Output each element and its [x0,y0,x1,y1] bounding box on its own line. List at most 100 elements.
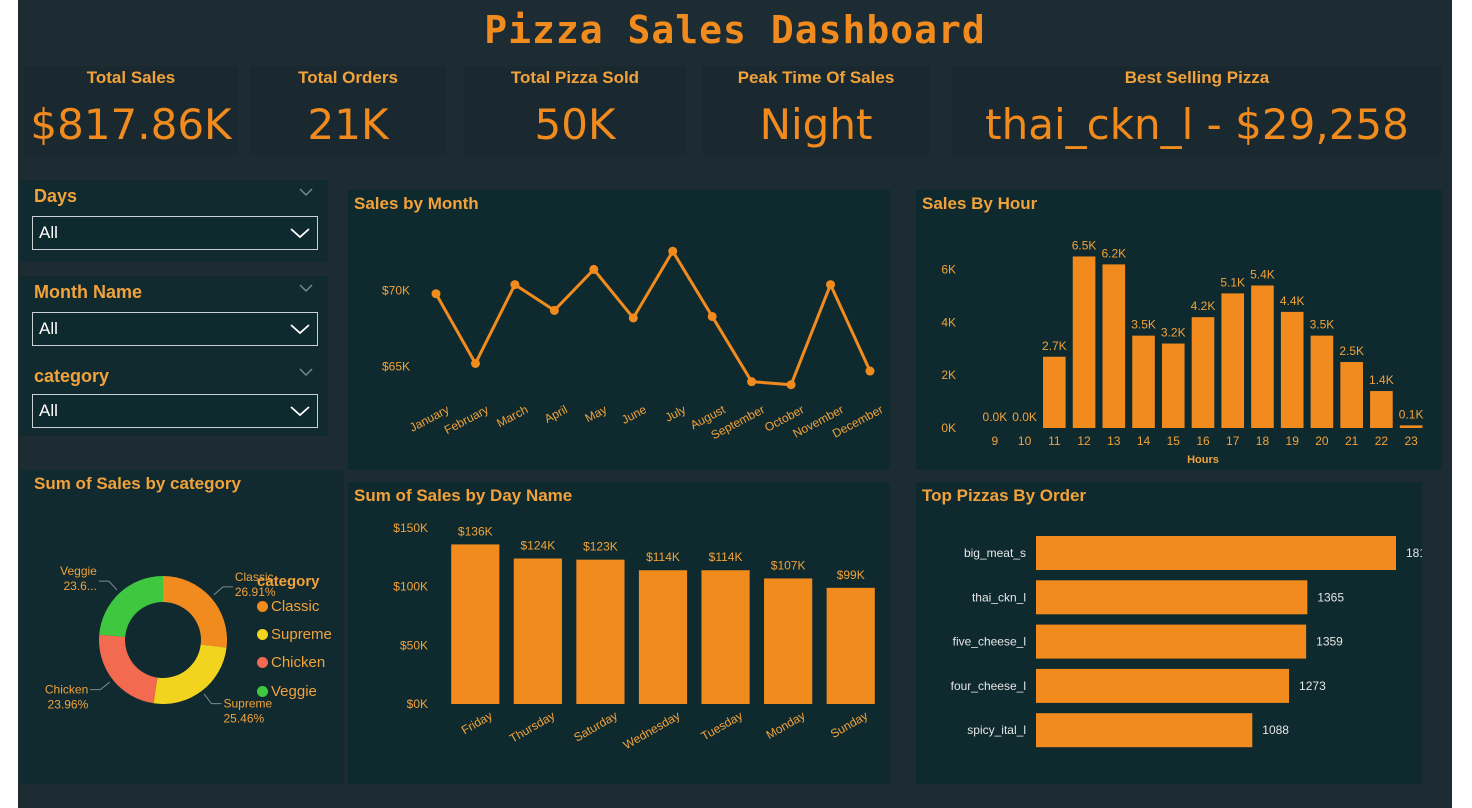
donut-slice [99,576,163,637]
slicer-days[interactable]: Days All [20,180,328,262]
chevron-down-icon[interactable] [289,320,311,338]
data-label: 3.2K [1161,326,1186,340]
bar [701,570,750,704]
data-point [549,305,559,315]
kpi-value: 50K [534,100,616,149]
data-label: $107K [771,558,806,572]
y-tick-label: 2K [941,368,956,382]
x-tick-label: May [583,402,610,425]
leader-line [90,681,110,691]
slicer-title-month: Month Name [34,282,142,302]
sales-by-day-chart: $0K $50K $100K $150K $136K Friday $124K Thursda… [393,521,875,752]
category-dropdown[interactable]: All [32,394,318,428]
legend-item-supreme[interactable]: Supreme [257,626,332,643]
x-tick-label: 21 [1345,434,1359,448]
data-point [431,289,441,299]
legend-item-classic[interactable]: Classic [257,598,319,615]
panel-sales-by-day: Sum of Sales by Day Name $0K $50K $100K $15… [348,482,890,784]
data-label: 2.5K [1339,344,1364,358]
bar [1251,285,1274,428]
bar [513,558,562,704]
y-tick-label: $150K [393,521,428,535]
y-tick-label: five_cheese_l [953,635,1026,649]
data-label: 6.2K [1101,246,1126,260]
month-dropdown[interactable]: All [32,312,318,346]
y-tick-label: $65K [382,360,410,374]
data-label: 4.2K [1191,299,1216,313]
data-point [510,280,520,290]
y-tick-label: $100K [393,580,428,594]
data-point [589,264,599,274]
data-label: $114K [709,550,743,564]
data-label: 1359 [1316,635,1343,649]
bar [451,544,500,704]
x-tick-label: 23 [1404,434,1418,448]
data-label: 3.5K [1310,318,1335,332]
kpi-value: 21K [307,100,389,149]
x-axis-label: Hours [1187,454,1219,466]
x-tick-label: 9 [992,434,999,448]
data-label: 4.4K [1280,294,1305,308]
bar [1072,256,1096,428]
y-tick-label: 4K [941,315,956,329]
x-tick-label: 22 [1375,434,1389,448]
data-label: 5.4K [1250,268,1275,282]
legend-dot [257,686,268,697]
chevron-down-icon[interactable] [289,402,311,420]
legend-dot [257,629,268,640]
kpi-value: thai_ckn_l - $29,258 [985,100,1409,149]
legend-label: Veggie [271,683,317,700]
bar [1036,713,1253,748]
chevron-down-icon[interactable] [298,280,314,296]
kpi-peak-time: Peak Time Of Sales Night [702,66,930,156]
legend-title: category [257,573,320,590]
kpi-best-selling-pizza: Best Selling Pizza thai_ckn_l - $29,258 [952,66,1442,156]
y-tick-label: 0K [941,421,956,435]
y-tick-label: four_cheese_l [951,679,1026,693]
data-point [865,366,875,376]
x-tick-label: 12 [1077,434,1091,448]
bar [1161,343,1185,428]
y-tick-label: 6K [941,263,956,277]
bar [576,559,625,704]
bar [1036,668,1290,703]
chevron-down-icon[interactable] [289,224,311,242]
donut-slice [163,576,227,648]
kpi-label: Total Pizza Sold [510,68,640,87]
slicer-title-category: category [34,366,110,386]
bar [1399,425,1423,428]
data-point [786,380,796,390]
panel-sales-by-month: Sales by Month $65K $70K January February Ma… [348,190,890,470]
days-dropdown[interactable]: All [32,216,318,250]
x-tick-label: 14 [1137,434,1151,448]
data-point [826,280,836,290]
kpi-total-sales: Total Sales $817.86K [24,66,238,156]
kpi-total-orders: Total Orders 21K [250,66,446,156]
legend-dot [257,601,268,612]
bar [1043,356,1066,428]
y-tick-label: spicy_ital_l [967,723,1026,737]
kpi-label: Total Sales [86,68,176,87]
x-tick-label: March [494,402,530,430]
y-tick-label: thai_ckn_l [972,590,1026,604]
dropdown-value: All [39,401,58,420]
data-point [747,377,757,387]
x-tick-label: June [619,402,649,427]
chevron-down-icon[interactable] [298,184,314,200]
bar [826,587,875,704]
data-label: $136K [458,524,493,538]
slicer-title: Days [34,186,78,206]
x-tick-label: Friday [459,708,495,737]
legend-item-veggie[interactable]: Veggie [257,683,317,700]
legend-item-chicken[interactable]: Chicken [257,654,325,671]
chevron-down-icon[interactable] [298,364,314,380]
sales-line [434,249,872,387]
data-label: 1365 [1317,590,1344,604]
data-label: $124K [521,539,556,553]
x-tick-label: Saturday [571,708,620,744]
slice-name-label: Chicken [45,683,88,697]
data-label: 0.1K [1399,407,1424,421]
x-tick-label: 10 [1018,434,1032,448]
dropdown-value: All [39,223,58,242]
data-label: 1273 [1299,679,1326,693]
